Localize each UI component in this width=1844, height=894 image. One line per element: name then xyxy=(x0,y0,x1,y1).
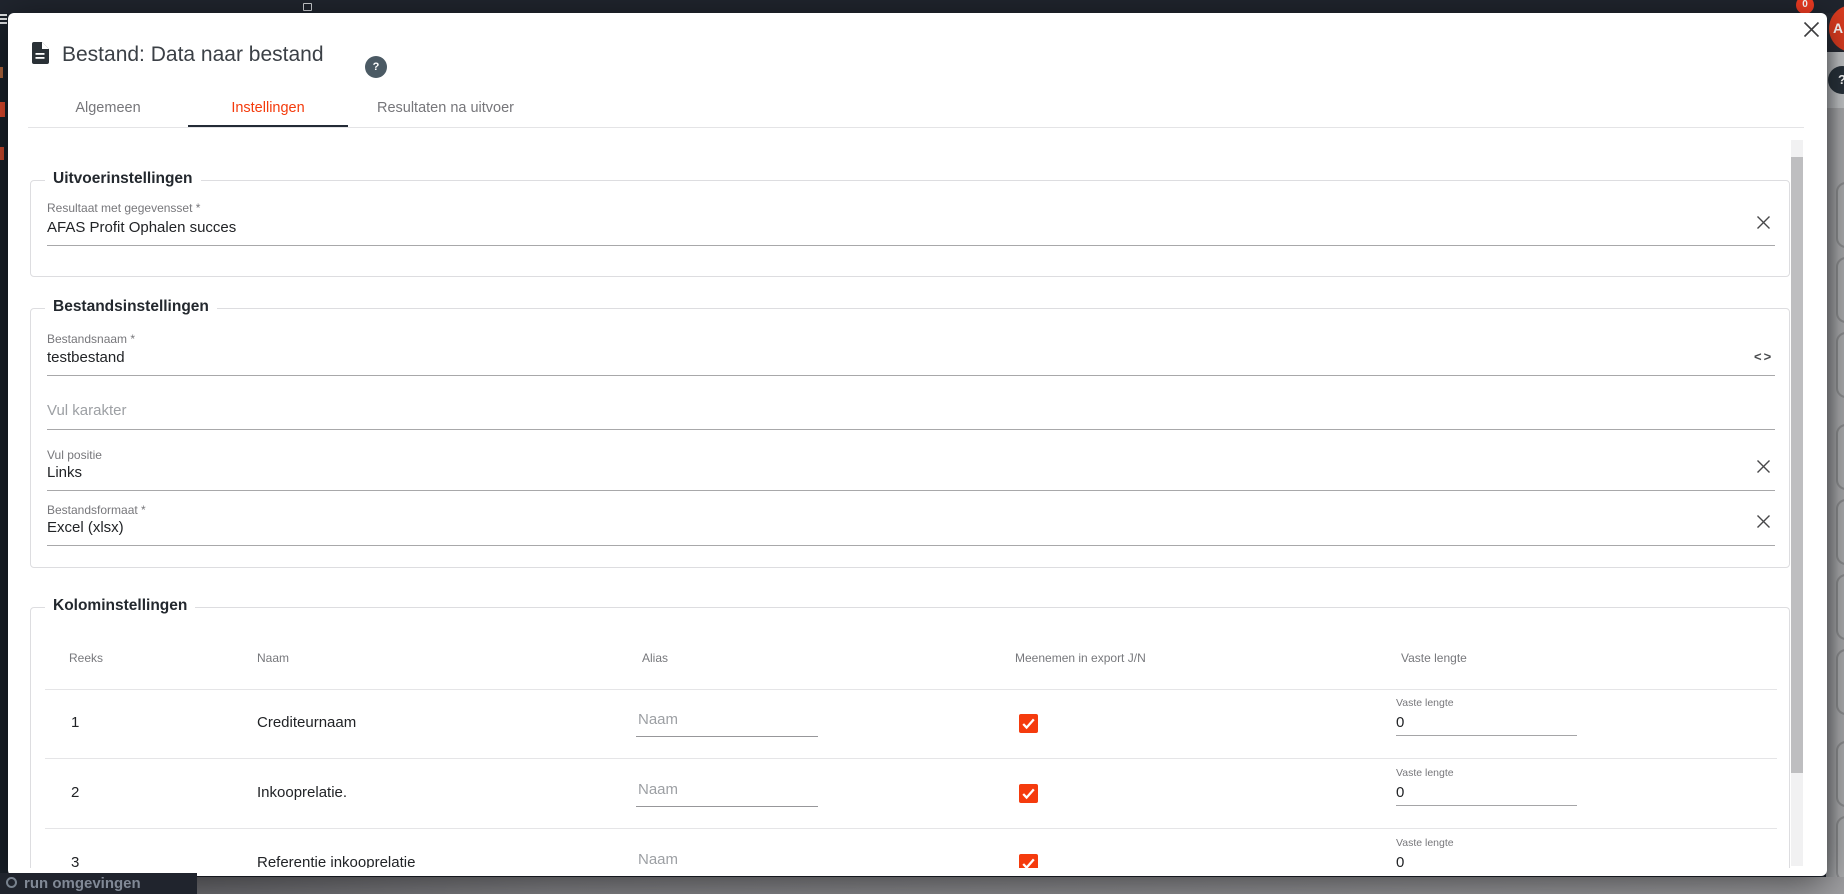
avatar-initials: AF xyxy=(1833,20,1844,36)
vaste-lengte-label: Vaste lengte xyxy=(1396,697,1454,709)
code-icon[interactable]: <> xyxy=(1754,349,1773,364)
vaste-lengte-label: Vaste lengte xyxy=(1396,767,1454,779)
screen: 0 AF ? run omgevingen xyxy=(0,0,1844,894)
tab-resultaten-na-uitvoer[interactable]: Resultaten na uitvoer xyxy=(348,88,543,128)
vaste-lengte-input[interactable] xyxy=(1396,779,1577,806)
tab-instellingen[interactable]: Instellingen xyxy=(188,88,348,128)
column-header-alias: Alias xyxy=(642,651,668,665)
scrollbar-thumb[interactable] xyxy=(1791,157,1803,773)
bestandsnaam-input[interactable] xyxy=(47,348,1775,376)
table-row: 1 Crediteurnaam Vaste lengte xyxy=(45,689,1777,759)
environment-icon xyxy=(6,877,17,888)
tabs-divider xyxy=(28,127,1804,128)
modal-shadow-overlay xyxy=(1826,13,1844,877)
bestandsformaat-input[interactable] xyxy=(47,519,1775,546)
taskbar xyxy=(0,877,1844,894)
page-right-edge: ? xyxy=(1826,13,1844,877)
dialog-title: Bestand: Data naar bestand xyxy=(62,43,324,67)
export-checkbox[interactable] xyxy=(1019,854,1038,868)
close-icon[interactable] xyxy=(1798,17,1824,43)
column-header-export: Meenemen in export J/N xyxy=(1015,651,1146,665)
field-label: Bestandsformaat * xyxy=(47,503,146,517)
alias-input[interactable] xyxy=(636,703,818,737)
status-tooltip: run omgevingen xyxy=(0,873,197,894)
page-left-edge xyxy=(0,13,8,894)
cell-reeks: 3 xyxy=(71,854,79,868)
table-row: 3 Referentie inkooprelatie Vaste lengte xyxy=(45,829,1777,868)
background-accent-sliver xyxy=(0,147,4,160)
menu-icon xyxy=(0,22,7,24)
column-header-reeks: Reeks xyxy=(69,651,103,665)
cell-naam: Referentie inkooprelatie xyxy=(257,854,415,868)
column-header-naam: Naam xyxy=(257,651,289,665)
clear-icon[interactable] xyxy=(1752,457,1774,479)
background-accent-sliver xyxy=(0,67,3,78)
menu-icon xyxy=(0,18,7,20)
export-checkbox[interactable] xyxy=(1019,714,1038,733)
clear-icon[interactable] xyxy=(1752,213,1774,235)
cell-reeks: 1 xyxy=(71,714,79,731)
background-accent-sliver xyxy=(0,102,5,117)
vul-positie-input[interactable] xyxy=(47,464,1775,491)
section-legend: Bestandsinstellingen xyxy=(45,298,217,316)
vaste-lengte-label: Vaste lengte xyxy=(1396,837,1454,849)
tab-algemeen[interactable]: Algemeen xyxy=(28,88,188,128)
section-kolominstellingen: Kolominstellingen Reeks Naam Alias Meene… xyxy=(30,607,1790,868)
dialog-body: Uitvoerinstellingen Resultaat met gegeve… xyxy=(8,129,1827,868)
column-header-vaste-lengte: Vaste lengte xyxy=(1401,651,1467,665)
section-uitvoerinstellingen: Uitvoerinstellingen Resultaat met gegeve… xyxy=(30,180,1790,277)
field-label: Vul positie xyxy=(47,448,102,462)
resultaat-gegevensset-input[interactable] xyxy=(47,218,1775,246)
dialog-data-naar-bestand: Bestand: Data naar bestand ? Algemeen In… xyxy=(8,13,1827,876)
section-bestandsinstellingen: Bestandsinstellingen Bestandsnaam * <> V… xyxy=(30,308,1790,568)
section-legend: Kolominstellingen xyxy=(45,597,195,615)
file-icon xyxy=(31,42,49,64)
cell-naam: Crediteurnaam xyxy=(257,714,356,731)
vaste-lengte-input[interactable] xyxy=(1396,849,1577,868)
app-top-bar xyxy=(0,0,1844,13)
title-help-button[interactable]: ? xyxy=(365,56,387,78)
export-checkbox[interactable] xyxy=(1019,784,1038,803)
vaste-lengte-input[interactable] xyxy=(1396,709,1577,736)
alias-input[interactable] xyxy=(636,843,818,868)
clear-icon[interactable] xyxy=(1752,512,1774,534)
field-label: Resultaat met gegevensset * xyxy=(47,201,200,215)
vul-karakter-input[interactable] xyxy=(47,401,1775,430)
window-icon xyxy=(303,3,312,11)
table-row: 2 Inkooprelatie. Vaste lengte xyxy=(45,759,1777,829)
cell-reeks: 2 xyxy=(71,784,79,801)
cell-naam: Inkooprelatie. xyxy=(257,784,347,801)
section-legend: Uitvoerinstellingen xyxy=(45,170,201,188)
status-text: run omgevingen xyxy=(24,875,141,892)
field-label: Bestandsnaam * xyxy=(47,332,135,346)
menu-icon xyxy=(0,14,7,16)
alias-input[interactable] xyxy=(636,773,818,807)
